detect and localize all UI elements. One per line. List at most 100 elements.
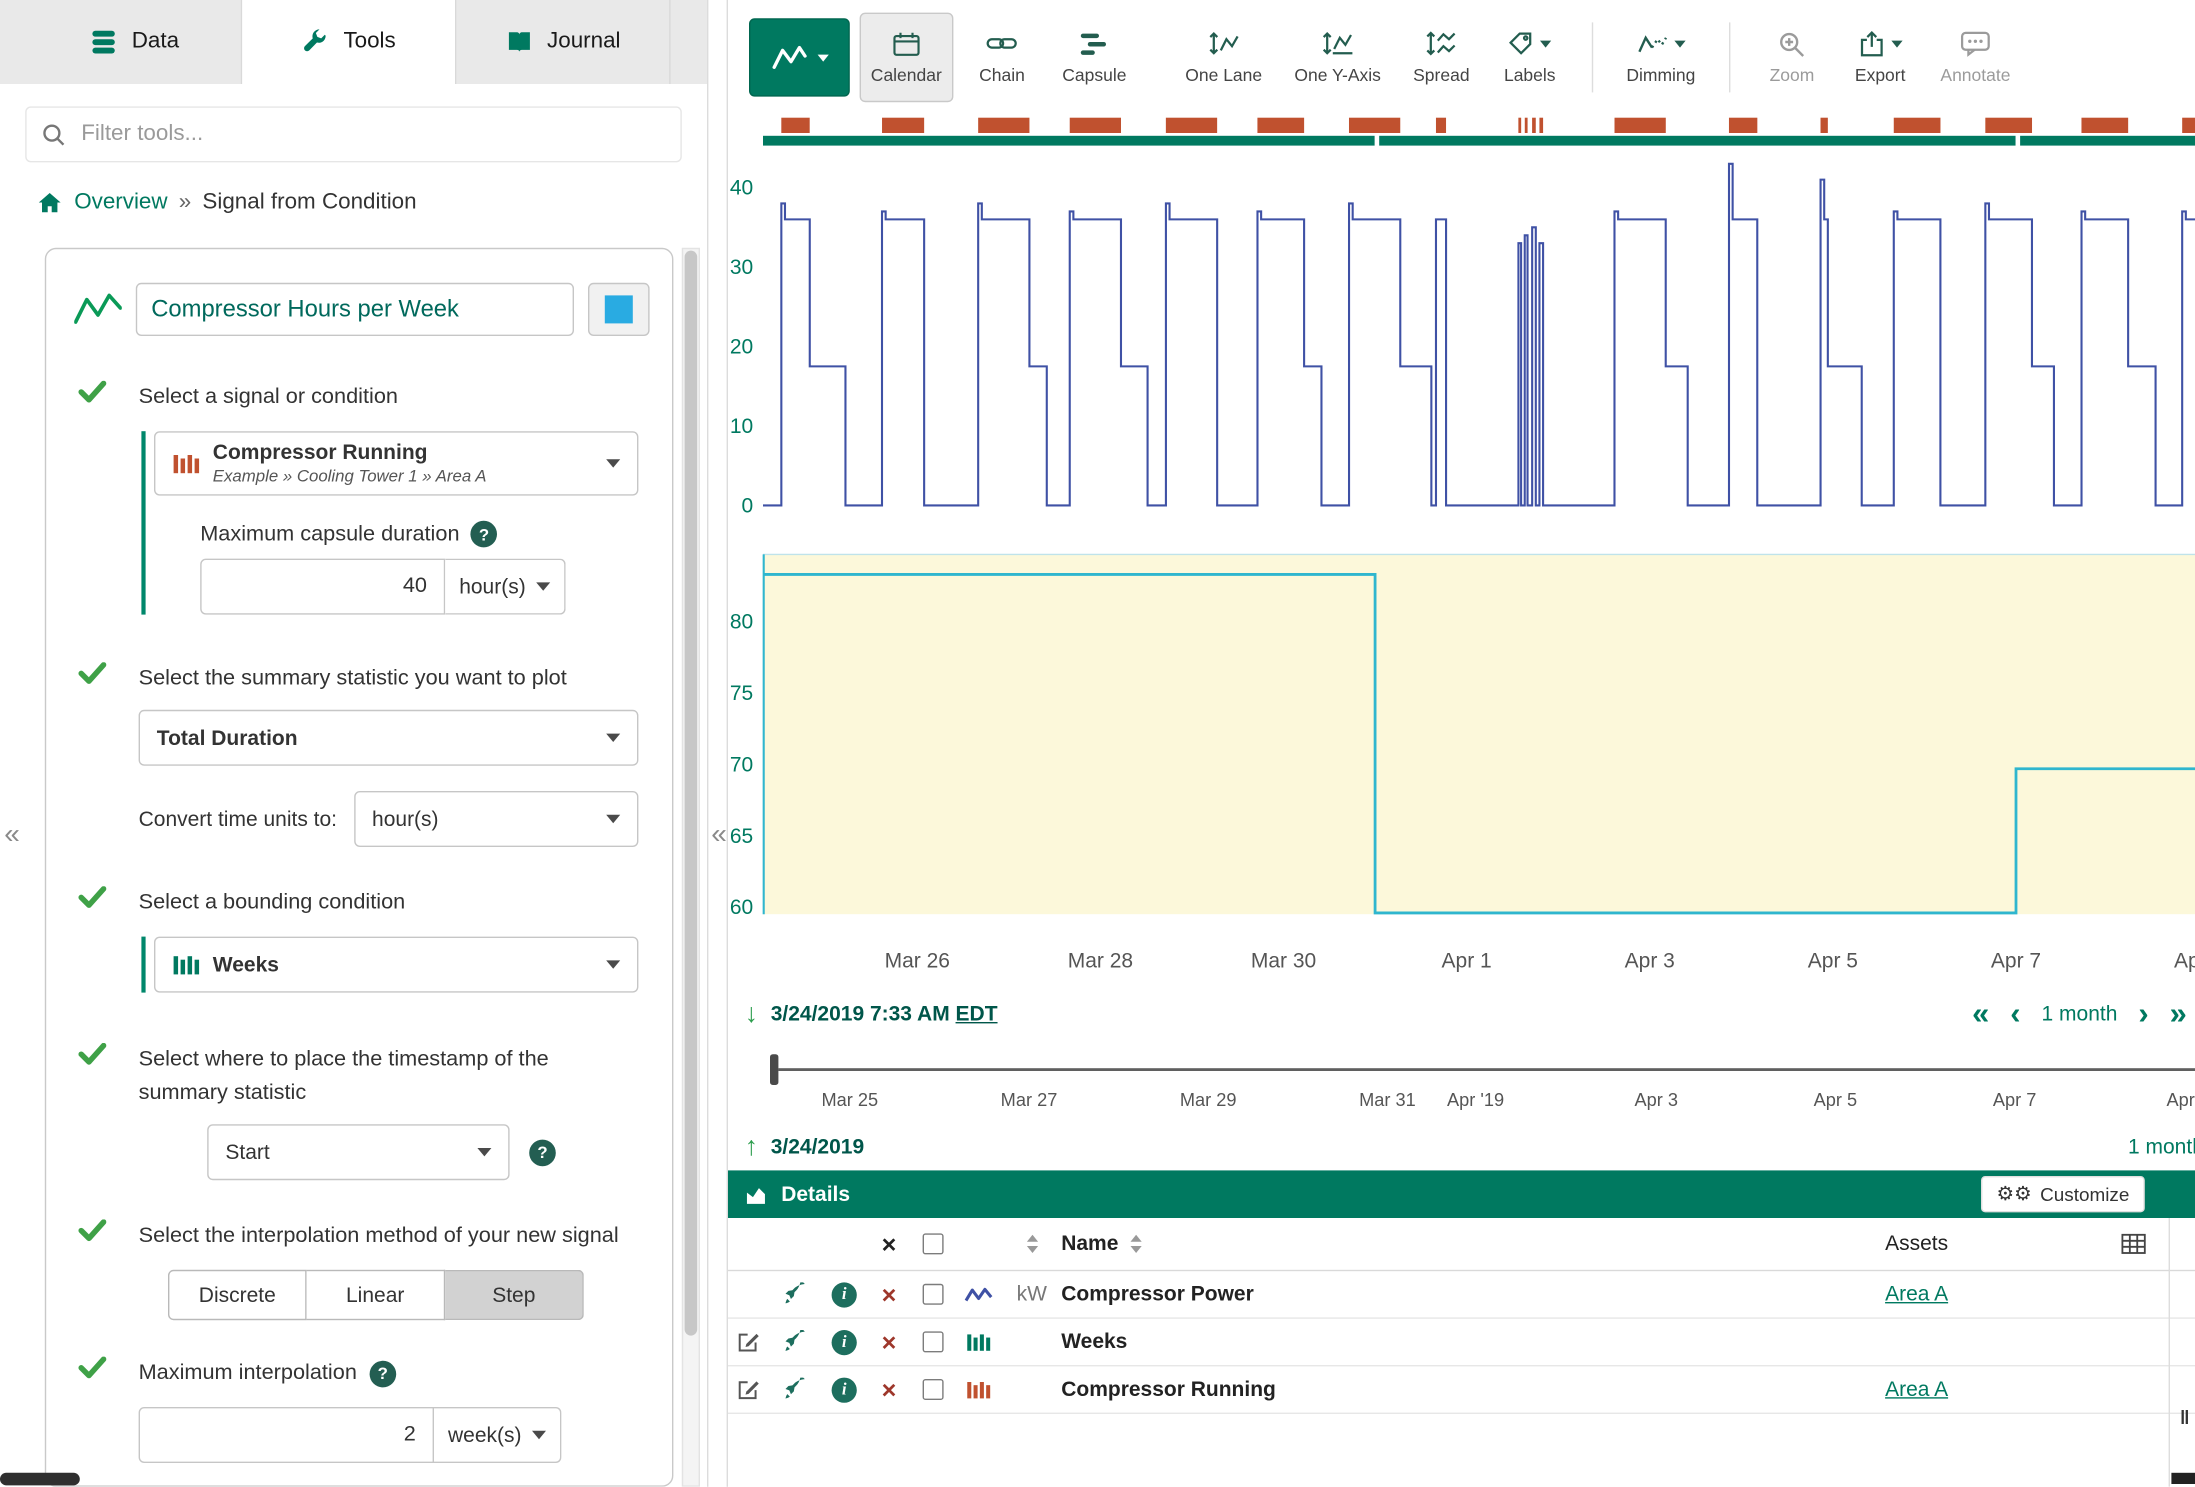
home-icon[interactable] [36,190,63,215]
toolbar-calendar-button[interactable]: Calendar [860,13,953,103]
summary-statistic-select[interactable]: Total Duration [139,710,639,766]
condition-select[interactable]: Compressor Running Example » Cooling Tow… [154,431,638,495]
toolbar-export-button[interactable]: Export [1841,13,1919,103]
remove-icon[interactable]: × [882,1377,897,1402]
max-capsule-duration-input[interactable] [200,559,445,615]
asset-columns-icon[interactable] [2121,1233,2146,1254]
sort-icon[interactable] [1026,1235,1039,1253]
sidebar-scrollbar[interactable] [682,248,700,1487]
checkmark-icon [78,662,106,684]
svg-text:Mar 28: Mar 28 [1068,949,1133,972]
color-swatch-button[interactable] [588,283,650,336]
timestamp-placement-select[interactable]: Start [207,1124,509,1180]
toolbar-labels-button[interactable]: Labels [1491,13,1569,103]
chevron-down-icon [817,54,828,61]
investigate-range-start[interactable]: 3/24/2019 [771,1135,864,1159]
bounding-condition-label: Select a bounding condition [139,886,639,920]
toolbar-one-lane-button[interactable]: One Lane [1174,13,1273,103]
timebar-track[interactable] [778,1068,2195,1071]
row-checkbox[interactable] [922,1284,943,1305]
select-all-checkbox[interactable] [922,1233,943,1254]
toolbar-one-y-axis-label: One Y-Axis [1294,66,1381,86]
calendar-icon [892,30,921,57]
rocket-icon[interactable] [782,1282,806,1306]
tool-name-input[interactable] [136,283,574,336]
toolbar-one-y-axis-button[interactable]: One Y-Axis [1283,13,1392,103]
range-duration-label[interactable]: 1 month [2042,1002,2118,1026]
item-name: Compressor Running [1061,1378,1783,1402]
svg-text:Apr 1: Apr 1 [1442,949,1492,972]
toolbar-spread-button[interactable]: Spread [1402,13,1481,103]
svg-text:40: 40 [730,177,753,200]
toolbar-zoom-button[interactable]: Zoom [1753,13,1831,103]
collapse-left-panel-icon[interactable]: « [4,820,20,848]
remove-icon[interactable]: × [882,1329,897,1354]
help-icon[interactable]: ? [370,1360,397,1387]
bounding-condition-select[interactable]: Weeks [154,937,638,993]
step-forward-half-icon[interactable]: › [2138,998,2148,1029]
info-icon[interactable]: i [832,1377,857,1402]
name-column-header[interactable]: Name [1061,1232,1118,1256]
max-interpolation-input[interactable] [139,1407,434,1463]
details-horizontal-scrollbar[interactable] [2171,1473,2195,1484]
info-icon[interactable]: i [832,1329,857,1354]
interp-step-button[interactable]: Step [445,1270,584,1320]
table-row: i×Weeks [728,1319,2195,1367]
toolbar-annotate-button[interactable]: Annotate [1929,13,2021,103]
max-capsule-unit-select[interactable]: hour(s) [445,559,565,615]
capsule-compressor-running [1166,118,1217,133]
max-interpolation-unit-select[interactable]: week(s) [434,1407,561,1463]
range-start-arrow-icon[interactable]: ↓ [745,1000,758,1027]
toolbar-capsule-button[interactable]: Capsule [1051,13,1138,103]
convert-units-value: hour(s) [372,807,594,831]
toolbar-chain-button[interactable]: Chain [963,13,1041,103]
panel-divider[interactable]: « [707,0,728,1487]
interp-discrete-button[interactable]: Discrete [168,1270,307,1320]
details-table-body: i×kWCompressor PowerArea Ai×Weeksi×Compr… [728,1271,2195,1414]
rocket-icon[interactable] [782,1330,806,1354]
toolbar-dimming-button[interactable]: Dimming [1615,13,1706,103]
convert-units-select[interactable]: hour(s) [354,791,639,847]
sidebar-horizontal-scrollbar[interactable] [0,1473,80,1486]
asset-link[interactable]: Area A [1885,1378,1948,1402]
rocket-icon[interactable] [782,1378,806,1402]
capsule-compressor-running [1729,118,1757,133]
investigate-start-arrow-icon[interactable]: ↑ [745,1133,758,1160]
filter-tools-input[interactable] [81,122,666,147]
color-swatch [605,295,633,323]
timebar-handle[interactable] [770,1054,778,1085]
edit-icon[interactable] [736,1378,760,1402]
step-forward-full-icon[interactable]: » [2170,998,2187,1029]
asset-link[interactable]: Area A [1885,1282,1948,1306]
info-icon[interactable]: i [832,1282,857,1307]
edit-icon[interactable] [736,1330,760,1354]
remove-icon[interactable]: × [882,1282,897,1307]
resize-grip-icon[interactable]: ‖ [2180,1406,2191,1428]
display-range-start[interactable]: 3/24/2019 7:33 AM EDT [771,1002,998,1026]
breadcrumb-overview-link[interactable]: Overview [74,190,167,215]
details-table-header: × Name Assets [728,1218,2195,1271]
remove-all-icon[interactable]: × [882,1231,897,1256]
help-icon[interactable]: ? [471,521,498,548]
capsule-compressor-running [978,118,1029,133]
trend-chart[interactable]: 0102030406065707580Mar 26Mar 28Mar 30Apr… [728,118,2195,989]
interp-linear-button[interactable]: Linear [307,1270,446,1320]
tab-data[interactable]: Data [28,0,242,84]
scrollbar-thumb[interactable] [685,251,698,1336]
row-checkbox[interactable] [922,1331,943,1352]
sort-icon[interactable] [1130,1235,1143,1253]
trend-view-selector-button[interactable] [749,18,850,96]
tab-journal[interactable]: Journal [456,0,670,84]
spread-icon [1425,31,1457,56]
timebar[interactable]: Mar 25Mar 27Mar 29Mar 31Apr '19Apr 3Apr … [728,1042,2195,1123]
condition-orange-icon [172,453,200,474]
tab-tools[interactable]: Tools [242,0,456,84]
help-icon[interactable]: ? [529,1139,556,1166]
step-back-half-icon[interactable]: ‹ [2010,998,2020,1029]
collapse-sidebar-icon[interactable]: « [711,820,727,848]
timezone-link[interactable]: EDT [956,1002,998,1026]
step-back-full-icon[interactable]: « [1972,998,1989,1029]
customize-button[interactable]: ⚙⚙ Customize [1981,1176,2145,1212]
capsule-compressor-running [1525,118,1528,133]
row-checkbox[interactable] [922,1379,943,1400]
